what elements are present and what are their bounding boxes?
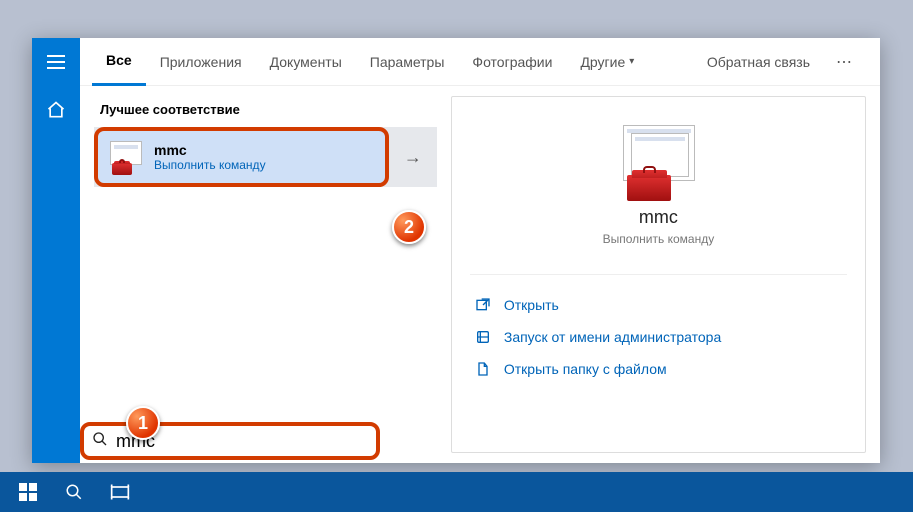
detail-panel: mmc Выполнить команду Открыть Запуск от … (451, 96, 866, 453)
tabs-bar: Все Приложения Документы Параметры Фотог… (80, 38, 880, 86)
action-open-folder[interactable]: Открыть папку с файлом (470, 353, 847, 385)
menu-button[interactable] (32, 38, 80, 86)
result-text: mmc Выполнить команду (154, 142, 266, 172)
result-mmc[interactable]: mmc Выполнить команду (94, 127, 389, 187)
main-area: Все Приложения Документы Параметры Фотог… (80, 38, 880, 463)
open-icon (474, 297, 492, 313)
divider (470, 274, 847, 275)
action-run-admin[interactable]: Запуск от имени администратора (470, 321, 847, 353)
tab-docs[interactable]: Документы (256, 38, 356, 86)
start-button[interactable] (6, 472, 50, 512)
tab-other[interactable]: Другие ▾ (566, 38, 648, 86)
arrow-right-icon: → (404, 147, 422, 168)
annotation-2: 2 (392, 210, 426, 244)
action-admin-label: Запуск от имени администратора (504, 329, 721, 345)
search-icon (92, 431, 108, 452)
action-folder-label: Открыть папку с файлом (504, 361, 667, 377)
taskbar (0, 472, 913, 512)
tab-photos[interactable]: Фотографии (458, 38, 566, 86)
search-panel: Все Приложения Документы Параметры Фотог… (32, 38, 880, 463)
taskbar-search-button[interactable] (52, 472, 96, 512)
shield-icon (474, 329, 492, 345)
search-bar[interactable] (80, 422, 380, 460)
content: Лучшее соответствие mmc Выполнить команд… (80, 86, 880, 463)
tab-apps[interactable]: Приложения (146, 38, 256, 86)
more-button[interactable]: ⋯ (822, 52, 868, 72)
results-column: Лучшее соответствие mmc Выполнить команд… (94, 96, 437, 453)
search-icon (65, 483, 83, 501)
home-icon (46, 100, 66, 120)
result-title: mmc (154, 142, 266, 158)
feedback-link[interactable]: Обратная связь (695, 54, 822, 70)
home-button[interactable] (32, 86, 80, 134)
detail-title: mmc (639, 207, 678, 228)
tab-params[interactable]: Параметры (356, 38, 459, 86)
hamburger-icon (47, 55, 65, 69)
result-sub: Выполнить команду (154, 158, 266, 172)
action-open-label: Открыть (504, 297, 559, 313)
section-title: Лучшее соответствие (94, 96, 437, 127)
tab-all[interactable]: Все (92, 38, 146, 86)
task-view-button[interactable] (98, 472, 142, 512)
detail-icon (617, 125, 699, 197)
result-row: mmc Выполнить команду → (94, 127, 437, 187)
chevron-down-icon: ▾ (629, 56, 634, 67)
tab-other-label: Другие (580, 54, 625, 70)
detail-header: mmc Выполнить команду (470, 115, 847, 264)
detail-sub: Выполнить команду (603, 232, 715, 246)
task-view-icon (110, 483, 130, 501)
folder-icon (474, 361, 492, 377)
expand-arrow-button[interactable]: → (389, 127, 437, 187)
sidebar (32, 38, 80, 463)
windows-icon (19, 483, 37, 501)
run-command-icon (110, 141, 142, 173)
action-open[interactable]: Открыть (470, 289, 847, 321)
annotation-1: 1 (126, 406, 160, 440)
